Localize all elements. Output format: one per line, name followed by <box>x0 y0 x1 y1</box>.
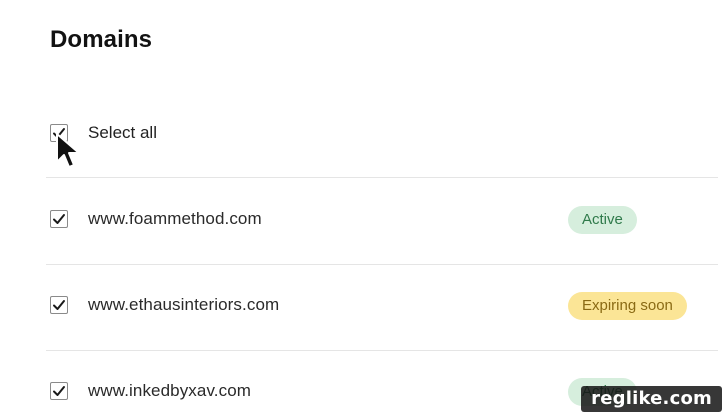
domain-checkbox[interactable] <box>50 210 68 228</box>
checkmark-icon <box>53 300 65 310</box>
status-badge: Active <box>568 206 637 234</box>
domain-row[interactable]: www.foammethod.com Active <box>50 206 700 234</box>
domain-name[interactable]: www.ethausinteriors.com <box>88 295 279 315</box>
divider <box>46 264 718 265</box>
domain-name[interactable]: www.foammethod.com <box>88 209 262 229</box>
domain-row[interactable]: www.ethausinteriors.com Expiring soon <box>50 292 700 320</box>
checkmark-icon <box>53 214 65 224</box>
page-title: Domains <box>50 26 153 53</box>
mouse-pointer-icon <box>56 133 80 168</box>
domain-name[interactable]: www.inkedbyxav.com <box>88 381 251 401</box>
watermark: reglike.com <box>581 386 722 412</box>
divider <box>46 350 718 351</box>
divider <box>46 177 718 178</box>
domain-checkbox[interactable] <box>50 296 68 314</box>
select-all-label: Select all <box>88 123 157 142</box>
domain-checkbox[interactable] <box>50 382 68 400</box>
status-badge: Expiring soon <box>568 292 687 320</box>
checkmark-icon <box>53 386 65 396</box>
